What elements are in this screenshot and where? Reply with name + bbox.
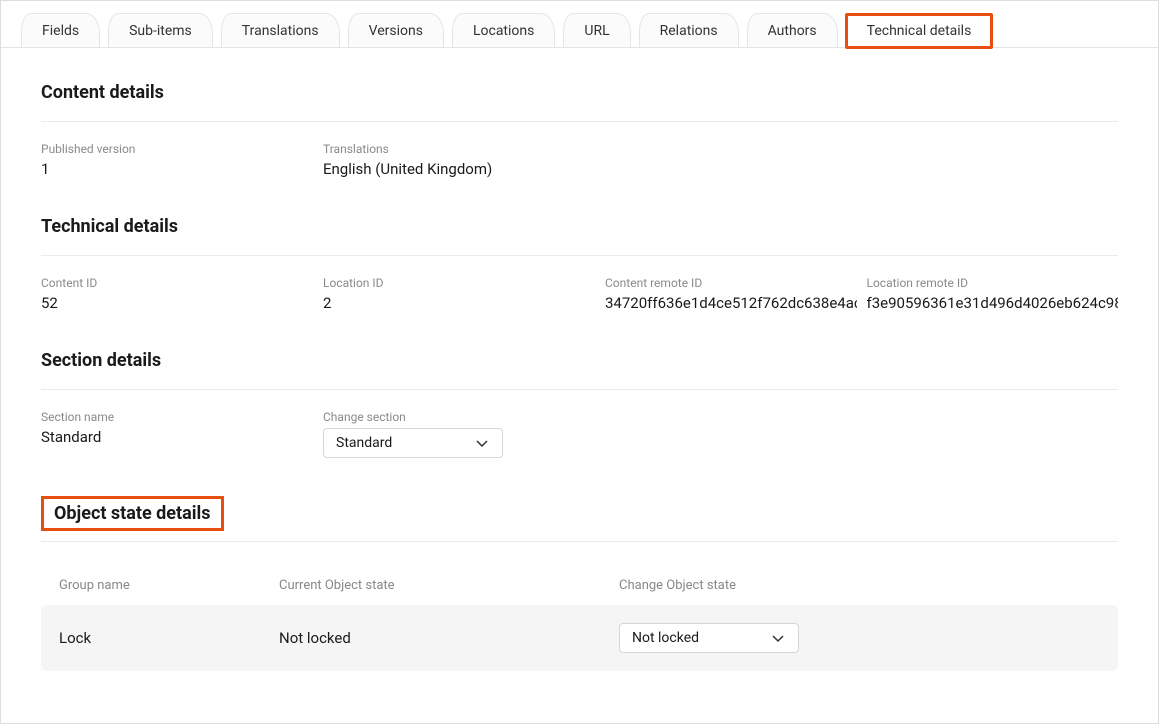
tab-label: Fields: [42, 23, 79, 39]
field-value: Standard: [41, 428, 313, 446]
field-label: Published version: [41, 142, 313, 156]
table-header-row: Group name Current Object state Change O…: [41, 562, 1118, 605]
tab-translations[interactable]: Translations: [221, 13, 340, 47]
select-value: Standard: [336, 435, 392, 451]
select-value: Not locked: [632, 630, 699, 646]
tab-url[interactable]: URL: [563, 13, 630, 47]
tab-label: Versions: [369, 23, 423, 39]
change-section-select[interactable]: Standard: [323, 428, 503, 458]
column-header-current-state: Current Object state: [279, 578, 619, 593]
object-state-table: Group name Current Object state Change O…: [41, 562, 1118, 671]
table-row: Lock Not locked Not locked: [41, 605, 1118, 671]
tab-label: Relations: [660, 23, 718, 39]
field-value: 34720ff636e1d4ce512f762dc638e4ac: [605, 294, 857, 312]
tab-label: Translations: [242, 23, 319, 39]
field-label: Location remote ID: [867, 276, 1119, 290]
content-details-heading: Content details: [41, 82, 1118, 103]
section-name-field: Section name Standard: [41, 410, 313, 458]
field-value: 2: [323, 294, 595, 312]
tab-technical-details[interactable]: Technical details: [846, 14, 993, 48]
chevron-down-icon: [474, 435, 490, 451]
tab-label: Locations: [473, 23, 534, 39]
field-label: Translations: [323, 142, 1118, 156]
object-state-details-heading: Object state details: [54, 503, 211, 524]
divider: [41, 255, 1118, 256]
translations-field: Translations English (United Kingdom): [323, 142, 1118, 178]
tab-label: URL: [584, 23, 609, 39]
tab-locations[interactable]: Locations: [452, 13, 555, 47]
content-area: Content details Published version 1 Tran…: [1, 48, 1158, 691]
tab-versions[interactable]: Versions: [348, 13, 444, 47]
field-value: English (United Kingdom): [323, 160, 1118, 178]
change-section-field: Change section Standard: [323, 410, 1118, 458]
content-remote-id-field: Content remote ID 34720ff636e1d4ce512f76…: [605, 276, 857, 312]
divider: [41, 389, 1118, 390]
tab-fields[interactable]: Fields: [21, 13, 100, 47]
technical-details-heading: Technical details: [41, 216, 1118, 237]
field-label: Content ID: [41, 276, 313, 290]
divider: [41, 541, 1118, 542]
tab-authors[interactable]: Authors: [747, 13, 838, 47]
field-label: Change section: [323, 410, 1118, 424]
field-label: Location ID: [323, 276, 595, 290]
published-version-field: Published version 1: [41, 142, 313, 178]
location-remote-id-field: Location remote ID f3e90596361e31d496d40…: [867, 276, 1119, 312]
section-details-heading: Section details: [41, 350, 1118, 371]
field-value: f3e90596361e31d496d4026eb624c983: [867, 294, 1119, 312]
tab-label: Sub-items: [129, 23, 192, 39]
field-value: 1: [41, 160, 313, 178]
location-id-field: Location ID 2: [323, 276, 595, 312]
tab-relations[interactable]: Relations: [639, 13, 739, 47]
column-header-change-state: Change Object state: [619, 578, 1100, 593]
cell-change-state: Not locked: [619, 623, 1100, 653]
tab-label: Authors: [768, 23, 817, 39]
cell-group-name: Lock: [59, 629, 279, 647]
tab-bar: Fields Sub-items Translations Versions L…: [1, 1, 1158, 48]
object-state-details-highlight: Object state details: [41, 496, 224, 531]
field-label: Section name: [41, 410, 313, 424]
tab-sub-items[interactable]: Sub-items: [108, 13, 213, 47]
cell-current-state: Not locked: [279, 629, 619, 647]
field-label: Content remote ID: [605, 276, 857, 290]
column-header-group-name: Group name: [59, 578, 279, 593]
divider: [41, 121, 1118, 122]
field-value: 52: [41, 294, 313, 312]
content-id-field: Content ID 52: [41, 276, 313, 312]
chevron-down-icon: [770, 630, 786, 646]
change-object-state-select[interactable]: Not locked: [619, 623, 799, 653]
tab-label: Technical details: [867, 23, 972, 39]
